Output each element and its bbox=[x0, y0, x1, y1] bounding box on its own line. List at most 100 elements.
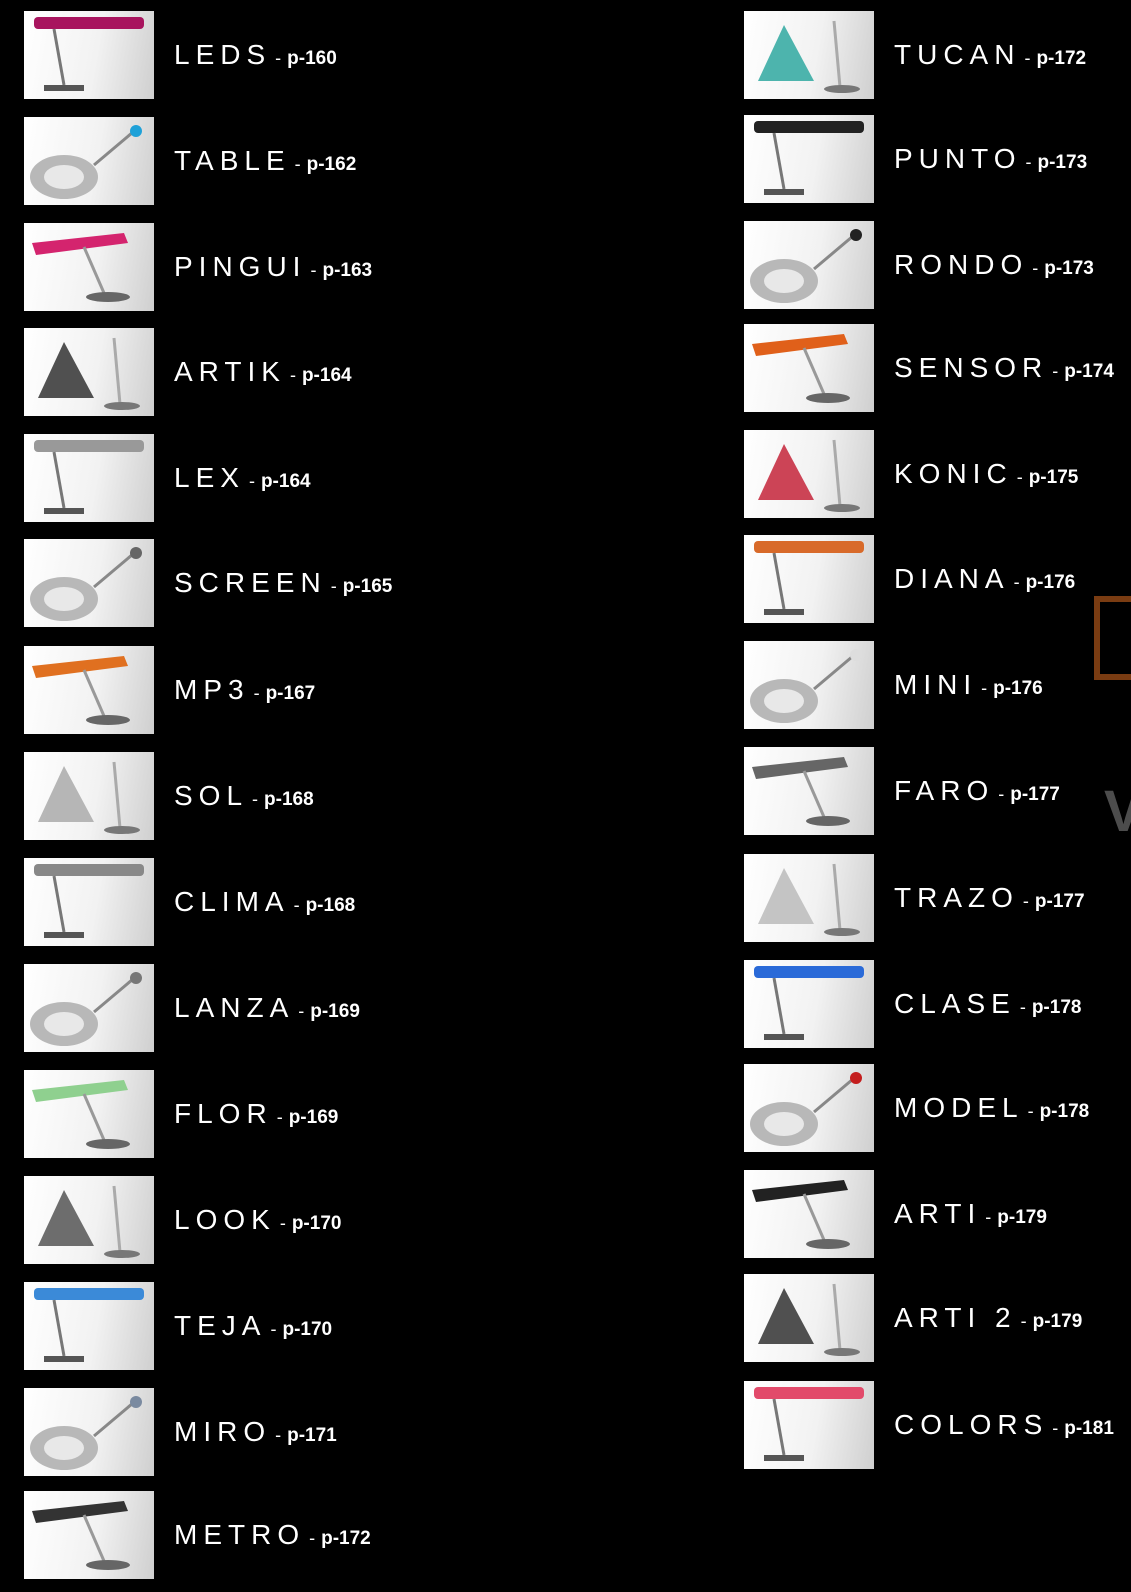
page-reference: p-170 bbox=[282, 1319, 333, 1340]
rondo-lamp-icon bbox=[744, 221, 874, 309]
separator: - bbox=[1013, 572, 1020, 592]
product-name: COLORS bbox=[894, 1409, 1049, 1440]
product-label: MIRO - p-171 bbox=[174, 1416, 337, 1448]
product-entry-lex[interactable]: LEX - p-164 bbox=[24, 433, 311, 523]
product-name: TABLE bbox=[174, 145, 291, 176]
product-name: ARTI bbox=[894, 1198, 982, 1229]
product-entry-arti-2[interactable]: ARTI 2- p-179 bbox=[744, 1273, 1082, 1363]
product-entry-mini[interactable]: MINI - p-176 bbox=[744, 640, 1043, 730]
product-label: ARTIK - p-164 bbox=[174, 356, 352, 388]
product-entry-model[interactable]: MODEL - p-178 bbox=[744, 1063, 1089, 1153]
product-entry-leds[interactable]: LEDS - p-160 bbox=[24, 10, 337, 100]
product-entry-clase[interactable]: CLASE - p-178 bbox=[744, 959, 1081, 1049]
screen-lamp-icon bbox=[24, 539, 154, 627]
product-name: MINI bbox=[894, 669, 978, 700]
product-entry-mp3[interactable]: MP3- p-167 bbox=[24, 645, 315, 735]
tucan-lamp-icon bbox=[744, 11, 874, 99]
product-entry-rondo[interactable]: RONDO - p-173 bbox=[744, 220, 1094, 310]
product-entry-colors[interactable]: COLORS - p-181 bbox=[744, 1380, 1114, 1470]
page-reference: p-178 bbox=[1039, 1101, 1090, 1122]
product-entry-punto[interactable]: PUNTO - p-173 bbox=[744, 114, 1087, 204]
product-entry-artik[interactable]: ARTIK - p-164 bbox=[24, 327, 352, 417]
separator: - bbox=[252, 789, 259, 809]
product-label: KONIC - p-175 bbox=[894, 458, 1078, 490]
product-label: SENSOR - p-174 bbox=[894, 352, 1114, 384]
separator: - bbox=[253, 683, 260, 703]
separator: - bbox=[275, 48, 282, 68]
product-name: TUCAN bbox=[894, 39, 1021, 70]
product-name: MODEL bbox=[894, 1092, 1024, 1123]
product-name: LEDS bbox=[174, 39, 272, 70]
separator: - bbox=[310, 260, 317, 280]
product-label: MINI - p-176 bbox=[894, 669, 1043, 701]
product-label: MODEL - p-178 bbox=[894, 1092, 1089, 1124]
product-entry-trazo[interactable]: TRAZO - p-177 bbox=[744, 853, 1085, 943]
product-label: ARTI 2- p-179 bbox=[894, 1302, 1082, 1334]
page-reference: p-181 bbox=[1064, 1418, 1114, 1439]
product-entry-lanza[interactable]: LANZA - p-169 bbox=[24, 963, 360, 1053]
product-name: TEJA bbox=[174, 1310, 267, 1341]
separator: - bbox=[985, 1207, 992, 1227]
sensor-lamp-icon bbox=[744, 324, 874, 412]
product-entry-diana[interactable]: DIANA - p-176 bbox=[744, 534, 1075, 624]
lanza-lamp-icon bbox=[24, 964, 154, 1052]
product-name: LOOK bbox=[174, 1204, 276, 1235]
page-reference: p-163 bbox=[322, 260, 373, 281]
separator: - bbox=[1024, 48, 1031, 68]
page-reference: p-177 bbox=[1034, 891, 1085, 912]
product-label: SCREEN - p-165 bbox=[174, 567, 392, 599]
product-label: PUNTO - p-173 bbox=[894, 143, 1087, 175]
product-entry-miro[interactable]: MIRO - p-171 bbox=[24, 1387, 337, 1477]
page-reference: p-176 bbox=[993, 678, 1043, 699]
separator: - bbox=[981, 678, 988, 698]
product-label: LANZA - p-169 bbox=[174, 992, 360, 1024]
product-entry-teja[interactable]: TEJA - p-170 bbox=[24, 1281, 332, 1371]
page-reference: p-177 bbox=[1010, 784, 1060, 805]
product-label: PINGUI - p-163 bbox=[174, 251, 372, 283]
product-label: CLASE - p-178 bbox=[894, 988, 1081, 1020]
product-entry-konic[interactable]: KONIC - p-175 bbox=[744, 429, 1078, 519]
product-entry-sensor[interactable]: SENSOR - p-174 bbox=[744, 323, 1114, 413]
arti-2-lamp-icon bbox=[744, 1274, 874, 1362]
miro-lamp-icon bbox=[24, 1388, 154, 1476]
separator: - bbox=[294, 154, 301, 174]
product-name: CLASE bbox=[894, 988, 1016, 1019]
product-entry-arti[interactable]: ARTI - p-179 bbox=[744, 1169, 1047, 1259]
page-reference: p-164 bbox=[260, 471, 311, 492]
page-reference: p-178 bbox=[1031, 997, 1082, 1018]
product-label: DIANA - p-176 bbox=[894, 563, 1075, 595]
page-reference: p-176 bbox=[1025, 572, 1076, 593]
product-entry-pingui[interactable]: PINGUI - p-163 bbox=[24, 222, 372, 312]
mini-lamp-icon bbox=[744, 641, 874, 729]
product-entry-clima[interactable]: CLIMA - p-168 bbox=[24, 857, 355, 947]
product-entry-faro[interactable]: FARO - p-177 bbox=[744, 746, 1060, 836]
product-label: TUCAN - p-172 bbox=[894, 39, 1086, 71]
product-label: TEJA - p-170 bbox=[174, 1310, 332, 1342]
page-reference: p-171 bbox=[287, 1425, 337, 1446]
diana-lamp-icon bbox=[744, 535, 874, 623]
product-name: FLOR bbox=[174, 1098, 273, 1129]
product-label: TABLE - p-162 bbox=[174, 145, 356, 177]
product-name: ARTIK bbox=[174, 356, 286, 387]
separator: - bbox=[330, 576, 337, 596]
page-reference: p-164 bbox=[301, 365, 352, 386]
product-entry-metro[interactable]: METRO - p-172 bbox=[24, 1490, 371, 1580]
metro-lamp-icon bbox=[24, 1491, 154, 1579]
product-entry-look[interactable]: LOOK - p-170 bbox=[24, 1175, 341, 1265]
product-entry-table[interactable]: TABLE - p-162 bbox=[24, 116, 356, 206]
product-entry-sol[interactable]: SOL - p-168 bbox=[24, 751, 314, 841]
separator: - bbox=[298, 1001, 305, 1021]
product-label: METRO - p-172 bbox=[174, 1519, 371, 1551]
table-lamp-icon bbox=[24, 117, 154, 205]
lex-lamp-icon bbox=[24, 434, 154, 522]
brand-frame-decoration bbox=[1094, 596, 1131, 680]
separator: - bbox=[279, 1213, 286, 1233]
product-entry-flor[interactable]: FLOR - p-169 bbox=[24, 1069, 338, 1159]
product-entry-tucan[interactable]: TUCAN - p-172 bbox=[744, 10, 1086, 100]
product-name: PUNTO bbox=[894, 143, 1022, 174]
separator: - bbox=[1020, 1311, 1027, 1331]
product-label: SOL - p-168 bbox=[174, 780, 314, 812]
product-entry-screen[interactable]: SCREEN - p-165 bbox=[24, 538, 392, 628]
sol-lamp-icon bbox=[24, 752, 154, 840]
page-reference: p-167 bbox=[265, 683, 316, 704]
